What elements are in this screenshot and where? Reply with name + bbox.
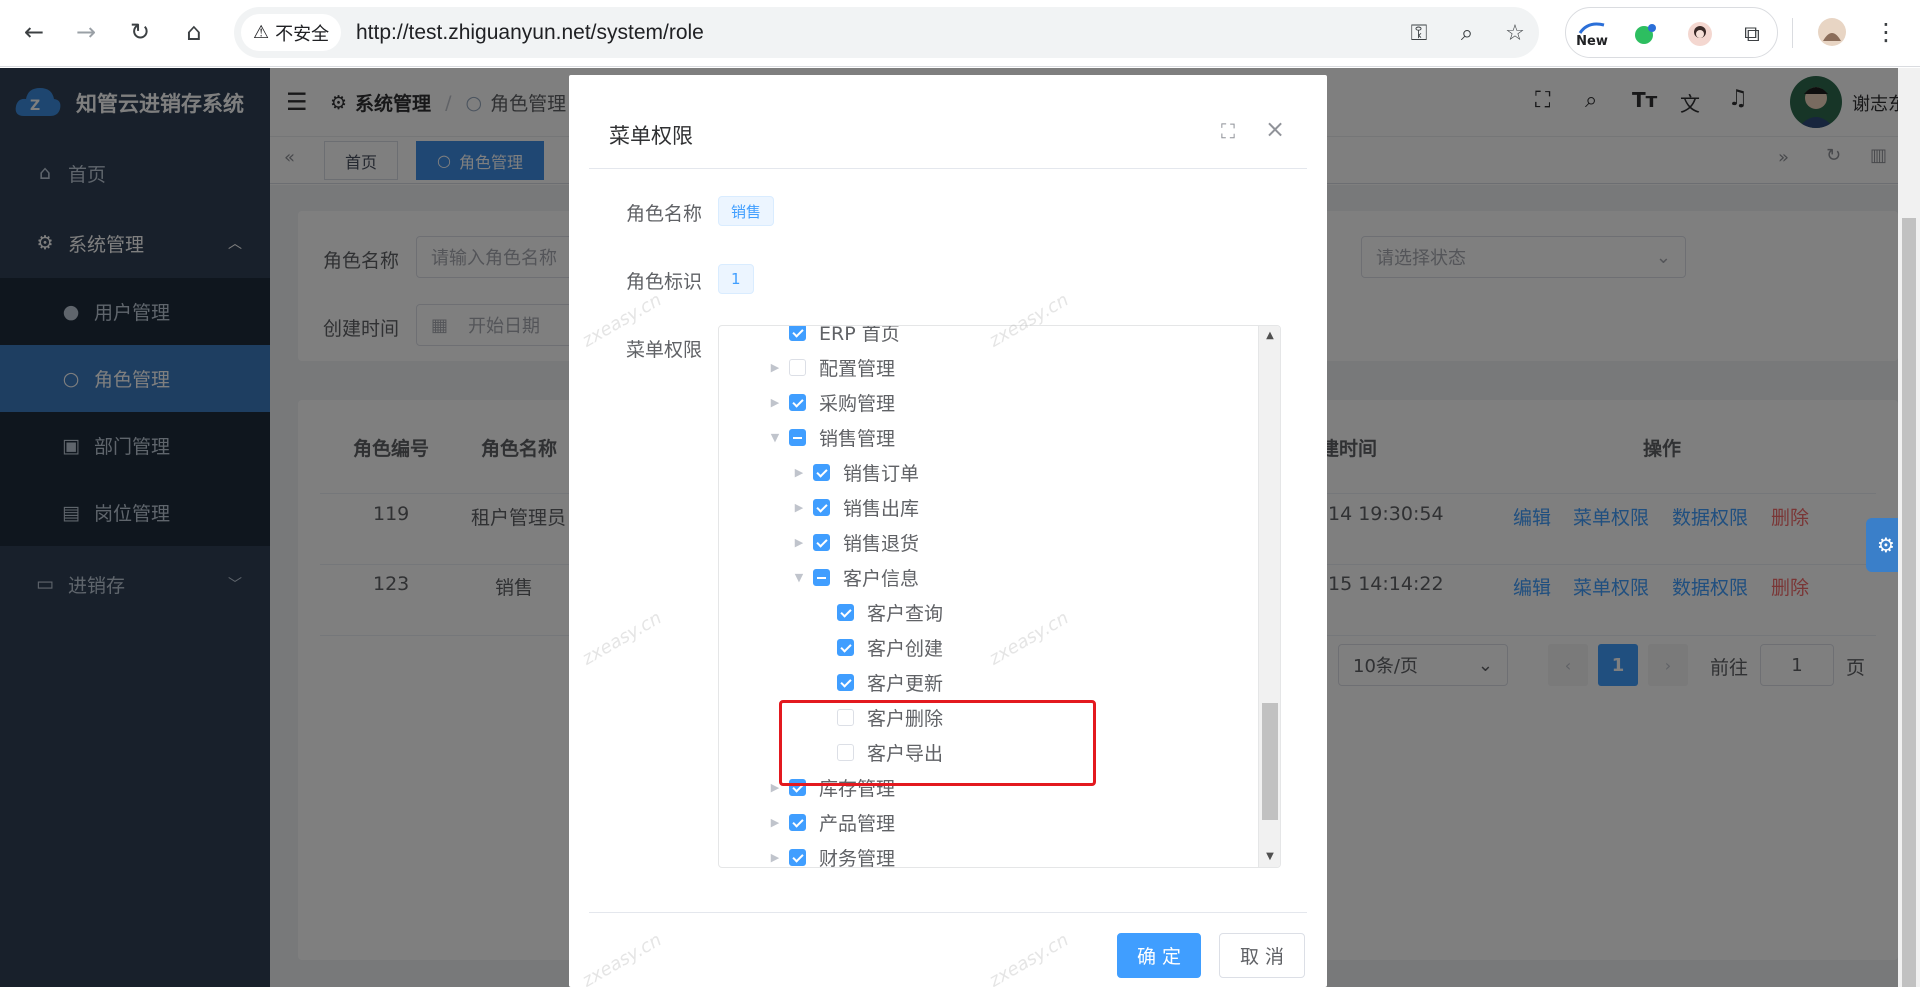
tree-scrollbar[interactable]: ▲ ▼ xyxy=(1258,326,1280,867)
tree-checkbox[interactable] xyxy=(789,429,806,446)
tree-checkbox[interactable] xyxy=(813,569,830,586)
tree-node-label: 客户信息 xyxy=(843,568,920,590)
menu-permission-tree[interactable]: ERP 首页checked▶配置管理unchecked▶采购管理checked▼… xyxy=(718,325,1281,868)
tree-checkbox[interactable] xyxy=(813,534,830,551)
bookmark-star-icon[interactable]: ☆ xyxy=(1500,18,1530,48)
confirm-button[interactable]: 确 定 xyxy=(1117,933,1201,978)
security-label: 不安全 xyxy=(275,23,330,45)
new-extension-label: New xyxy=(1576,33,1608,49)
back-icon[interactable]: ← xyxy=(16,14,52,50)
tree-node[interactable]: ▶销售退货checked xyxy=(719,525,919,560)
zoom-icon[interactable]: ⌕ xyxy=(1452,18,1482,48)
tree-node[interactable]: 客户更新checked xyxy=(719,665,943,700)
caret-right-icon[interactable]: ▶ xyxy=(767,851,783,864)
tree-node-label: 配置管理 xyxy=(819,358,896,380)
caret-right-icon[interactable]: ▶ xyxy=(767,361,783,374)
tree-checkbox[interactable] xyxy=(813,499,830,516)
role-name-tag: 销售 xyxy=(718,196,775,226)
tree-node[interactable]: ▶采购管理checked xyxy=(719,385,895,420)
tree-checkbox[interactable] xyxy=(789,814,806,831)
menu-permission-dialog: 菜单权限 ⛶ × 角色名称 销售 角色标识 1 菜单权限 ERP 首页check… xyxy=(569,75,1327,987)
address-bar[interactable]: ⚠ 不安全 http://test.zhiguanyun.net/system/… xyxy=(234,7,1539,58)
tree-node-label: 销售管理 xyxy=(819,428,896,450)
caret-right-icon[interactable]: ▶ xyxy=(767,816,783,829)
caret-right-icon[interactable]: ▶ xyxy=(791,466,807,479)
tree-node[interactable]: ▼销售管理half xyxy=(719,420,895,455)
dialog-menu-perm-label: 菜单权限 xyxy=(626,339,703,361)
tree-checkbox[interactable] xyxy=(789,394,806,411)
dialog-title: 菜单权限 xyxy=(609,124,693,148)
tree-node[interactable]: ▶配置管理unchecked xyxy=(719,350,895,385)
home-icon[interactable]: ⌂ xyxy=(176,14,212,50)
evernote-icon[interactable] xyxy=(1628,16,1664,52)
tree-node-label: 销售出库 xyxy=(843,498,920,520)
caret-down-icon[interactable]: ▼ xyxy=(767,431,783,444)
maximize-icon[interactable]: ⛶ xyxy=(1221,119,1235,143)
tree-node-label: 客户更新 xyxy=(867,673,944,695)
tree-node[interactable]: ▶销售出库checked xyxy=(719,490,919,525)
annotation-highlight-box xyxy=(779,700,1096,786)
tree-node[interactable]: ▶产品管理checked xyxy=(719,805,895,840)
tree-node-label: 采购管理 xyxy=(819,393,896,415)
avatar-extension-icon[interactable] xyxy=(1682,16,1718,52)
tree-node[interactable]: ▶销售订单checked xyxy=(719,455,919,490)
page-scrollbar[interactable] xyxy=(1898,68,1920,987)
key-icon[interactable]: ⚿ xyxy=(1404,18,1434,48)
scroll-down-arrow[interactable]: ▼ xyxy=(1259,851,1280,862)
role-key-tag: 1 xyxy=(718,264,754,294)
tree-checkbox[interactable] xyxy=(789,359,806,376)
cancel-button[interactable]: 取 消 xyxy=(1219,933,1305,978)
tree-checkbox[interactable] xyxy=(789,849,806,866)
tree-scrollbar-thumb[interactable] xyxy=(1262,703,1278,820)
page-scrollbar-thumb[interactable] xyxy=(1902,218,1916,987)
tree-node-label: 客户创建 xyxy=(867,638,944,660)
tree-node-label: ERP 首页 xyxy=(819,325,900,345)
tree-node-label: 产品管理 xyxy=(819,813,896,835)
reload-icon[interactable]: ↻ xyxy=(122,14,158,50)
security-indicator[interactable]: ⚠ 不安全 xyxy=(241,14,342,51)
tree-checkbox[interactable] xyxy=(837,674,854,691)
caret-right-icon[interactable]: ▶ xyxy=(767,396,783,409)
warning-icon: ⚠ xyxy=(253,22,270,43)
tree-node[interactable]: ▼客户信息half xyxy=(719,560,919,595)
tree-node[interactable]: ▶财务管理checked xyxy=(719,840,896,868)
toolbar-divider xyxy=(1792,18,1793,48)
forward-icon[interactable]: → xyxy=(68,14,104,50)
extensions-group: New ⧉ xyxy=(1565,7,1778,58)
tree-node[interactable]: 客户创建checked xyxy=(719,630,943,665)
close-icon[interactable]: × xyxy=(1265,115,1285,143)
browser-menu-icon[interactable]: ⋮ xyxy=(1868,14,1904,50)
dialog-header-divider xyxy=(589,168,1307,169)
dialog-footer-divider xyxy=(589,912,1307,913)
tree-checkbox[interactable] xyxy=(813,464,830,481)
caret-right-icon[interactable]: ▶ xyxy=(791,536,807,549)
profile-avatar-icon[interactable] xyxy=(1814,14,1850,50)
scroll-up-arrow[interactable]: ▲ xyxy=(1259,330,1280,341)
tree-node[interactable]: ERP 首页checked xyxy=(719,325,900,350)
tree-node-label: 财务管理 xyxy=(819,848,896,868)
new-extension-icon[interactable]: New xyxy=(1574,16,1610,52)
url-text[interactable]: http://test.zhiguanyun.net/system/role xyxy=(356,7,704,58)
tree-node[interactable]: 客户查询checked xyxy=(719,595,943,630)
tree-checkbox[interactable] xyxy=(837,604,854,621)
extensions-puzzle-icon[interactable]: ⧉ xyxy=(1734,16,1770,52)
tree-node-label: 销售订单 xyxy=(843,463,920,485)
tree-node-label: 客户查询 xyxy=(867,603,944,625)
caret-right-icon[interactable]: ▶ xyxy=(791,501,807,514)
dialog-role-name-label: 角色名称 xyxy=(626,203,703,225)
tree-checkbox[interactable] xyxy=(837,639,854,656)
browser-toolbar: ← → ↻ ⌂ ⚠ 不安全 http://test.zhiguanyun.net… xyxy=(0,0,1920,67)
tree-checkbox[interactable] xyxy=(789,326,806,341)
caret-down-icon[interactable]: ▼ xyxy=(791,571,807,584)
tree-node-label: 销售退货 xyxy=(843,533,920,555)
dialog-role-key-label: 角色标识 xyxy=(626,271,703,293)
